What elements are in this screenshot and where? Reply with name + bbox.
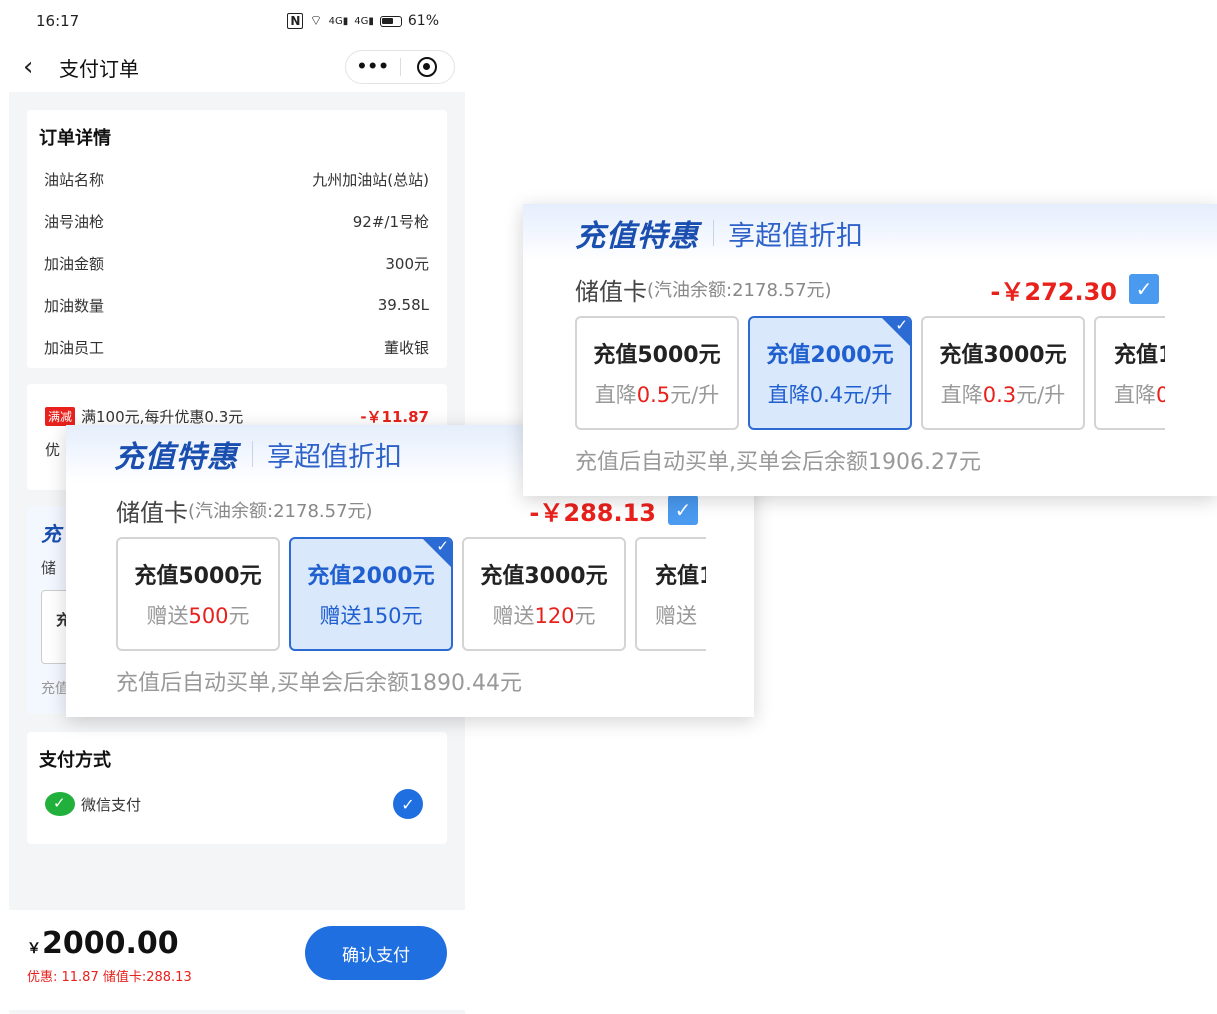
stored-card-checkbox[interactable]: ✓ — [1129, 274, 1159, 304]
recharge-slogan: 享超值折扣 — [728, 220, 863, 252]
option-title: 充值5000元 — [593, 343, 721, 368]
payment-option-wechat[interactable]: 微信支付 ✓ — [27, 784, 447, 824]
wifi-icon: ⌔ — [309, 13, 323, 29]
battery-icon — [379, 15, 402, 27]
detail-row-station: 油站名称 九州加油站(总站) — [27, 158, 447, 200]
signal-icon-a: 4G▮ — [328, 15, 349, 27]
recharge-options: 充值5000元 直降0.5元/升 ✓ 充值2000元 直降0.4元/升 充值30… — [523, 316, 1165, 434]
selected-check-icon: ✓ — [895, 316, 908, 334]
recharge-option-3000[interactable]: 充值3000元 赠送120元 — [462, 537, 626, 651]
option-benefit: 赠送150元 — [319, 604, 423, 628]
detail-row-quantity: 加油数量 39.58L — [27, 284, 447, 326]
confirm-pay-button[interactable]: 确认支付 — [305, 926, 447, 980]
recharge-option-5000[interactable]: 充值5000元 赠送500元 — [116, 537, 280, 651]
bottom-pay-bar: ￥2000.00 优惠: 11.87 储值卡:288.13 确认支付 — [9, 910, 465, 1010]
recharge-panel-discount: 充值特惠 享超值折扣 储值卡 (汽油余额:2178.57元) -￥272.30 … — [523, 204, 1217, 496]
total-value: 2000.00 — [42, 926, 179, 961]
option-benefit: 赠送120元 — [492, 604, 596, 628]
option-title: 充值2000元 — [766, 343, 894, 368]
discount-amount: -￥11.87 — [360, 408, 429, 426]
page-title: 支付订单 — [59, 56, 139, 81]
payment-method-title: 支付方式 — [39, 750, 111, 771]
selected-check-icon: ✓ — [436, 537, 449, 555]
target-icon — [417, 57, 438, 77]
option-title: 充值1 — [655, 564, 706, 589]
detail-value: 39.58L — [377, 296, 429, 314]
payment-selected-check-icon[interactable]: ✓ — [393, 789, 423, 819]
currency-symbol: ￥ — [27, 941, 41, 957]
stored-card-balance: (汽油余额:2178.57元) — [188, 501, 373, 522]
status-time: 16:17 — [36, 12, 80, 30]
discount-badge: 满减 — [45, 407, 76, 426]
status-bar: 16:17 N ⌔ 4G▮ 4G▮ 61% — [9, 0, 465, 42]
stored-card-label: 储值卡 — [116, 498, 188, 527]
detail-value: 九州加油站(总站) — [312, 170, 429, 189]
option-title: 充值5000元 — [134, 564, 262, 589]
stored-value-row[interactable]: 储值卡 (汽油余额:2178.57元) -￥272.30 ✓ — [523, 262, 1217, 316]
option-title: 充值3000元 — [939, 343, 1067, 368]
order-details-title: 订单详情 — [39, 128, 111, 149]
option-benefit: 直降0.5元/升 — [594, 383, 720, 407]
signal-icon-b: 4G▮ — [354, 15, 374, 27]
detail-label: 加油数量 — [44, 296, 105, 315]
detail-value: 董收银 — [383, 338, 429, 357]
recharge-panel-header: 充值特惠 享超值折扣 — [523, 204, 1217, 262]
recharge-footer: 充值后自动买单,买单会后余额1906.27元 — [575, 450, 981, 475]
option-title: 充值3000元 — [480, 564, 608, 589]
nav-bar: ‹ 支付订单 ••• — [9, 42, 465, 92]
header-divider — [713, 220, 714, 246]
recharge-option-2000[interactable]: ✓ 充值2000元 直降0.4元/升 — [748, 316, 912, 430]
recharge-brand: 充值特惠 — [575, 219, 699, 254]
header-divider — [252, 441, 253, 467]
total-amount: ￥2000.00 — [27, 926, 179, 961]
more-icon[interactable]: ••• — [346, 57, 400, 77]
detail-row-amount: 加油金额 300元 — [27, 242, 447, 284]
option-benefit: 赠送500元 — [146, 604, 250, 628]
stored-card-checkbox[interactable]: ✓ — [668, 495, 698, 525]
recharge-option-5000[interactable]: 充值5000元 直降0.5元/升 — [575, 316, 739, 430]
stored-card-balance: (汽油余额:2178.57元) — [647, 280, 832, 301]
options-viewport: 充值5000元 赠送500元 ✓ 充值2000元 赠送150元 充值3000元 … — [66, 537, 706, 655]
recharge-option-partial[interactable]: 充值1 直降0 — [1094, 316, 1165, 430]
detail-value: 300元 — [385, 254, 429, 273]
recharge-footer-partial: 充值 — [41, 681, 69, 697]
mini-program-capsule: ••• — [345, 50, 455, 84]
detail-value: 92#/1号枪 — [352, 212, 429, 231]
option-benefit: 赠送 — [655, 604, 697, 628]
recharge-slogan: 享超值折扣 — [267, 441, 402, 473]
options-viewport: 充值5000元 直降0.5元/升 ✓ 充值2000元 直降0.4元/升 充值30… — [523, 316, 1165, 434]
stored-card-label: 储值卡 — [575, 277, 647, 306]
option-title: 充值1 — [1114, 343, 1165, 368]
detail-label: 加油员工 — [44, 338, 105, 357]
close-miniprogram-button[interactable] — [401, 57, 455, 77]
recharge-footer: 充值后自动买单,买单会后余额1890.44元 — [116, 671, 522, 696]
detail-row-gun: 油号油枪 92#/1号枪 — [27, 200, 447, 242]
payment-method-label: 微信支付 — [81, 795, 142, 814]
status-icons: N ⌔ 4G▮ 4G▮ 61% — [287, 12, 439, 30]
recharge-brand: 充值特惠 — [114, 440, 238, 475]
stored-card-deduction: -￥272.30 — [990, 277, 1117, 306]
option-benefit: 直降0 — [1114, 383, 1165, 407]
payment-method-card: 支付方式 微信支付 ✓ — [27, 732, 447, 844]
battery-level: 61% — [407, 13, 439, 29]
order-details-card: 订单详情 油站名称 九州加油站(总站) 油号油枪 92#/1号枪 加油金额 300元 … — [27, 110, 447, 368]
total-breakdown: 优惠: 11.87 储值卡:288.13 — [27, 970, 192, 985]
discount-text: 满100元,每升优惠0.3元 — [81, 408, 244, 426]
option-title: 充值2000元 — [307, 564, 435, 589]
wechat-pay-icon — [45, 792, 75, 816]
recharge-option-partial[interactable]: 充值1 赠送 — [635, 537, 706, 651]
nfc-icon: N — [287, 13, 304, 29]
option-benefit: 直降0.4元/升 — [767, 383, 893, 407]
recharge-option-3000[interactable]: 充值3000元 直降0.3元/升 — [921, 316, 1085, 430]
option-benefit: 直降0.3元/升 — [940, 383, 1066, 407]
recharge-options: 充值5000元 赠送500元 ✓ 充值2000元 赠送150元 充值3000元 … — [66, 537, 706, 655]
back-arrow-icon[interactable]: ‹ — [23, 54, 51, 80]
stored-card-deduction: -￥288.13 — [529, 498, 656, 527]
detail-label: 加油金额 — [44, 254, 105, 273]
detail-label: 油站名称 — [44, 170, 105, 189]
detail-row-staff: 加油员工 董收银 — [27, 326, 447, 368]
discount-row: 满减 满100元,每升优惠0.3元 -￥11.87 — [27, 384, 447, 427]
recharge-option-2000[interactable]: ✓ 充值2000元 赠送150元 — [289, 537, 453, 651]
detail-label: 油号油枪 — [44, 212, 105, 231]
